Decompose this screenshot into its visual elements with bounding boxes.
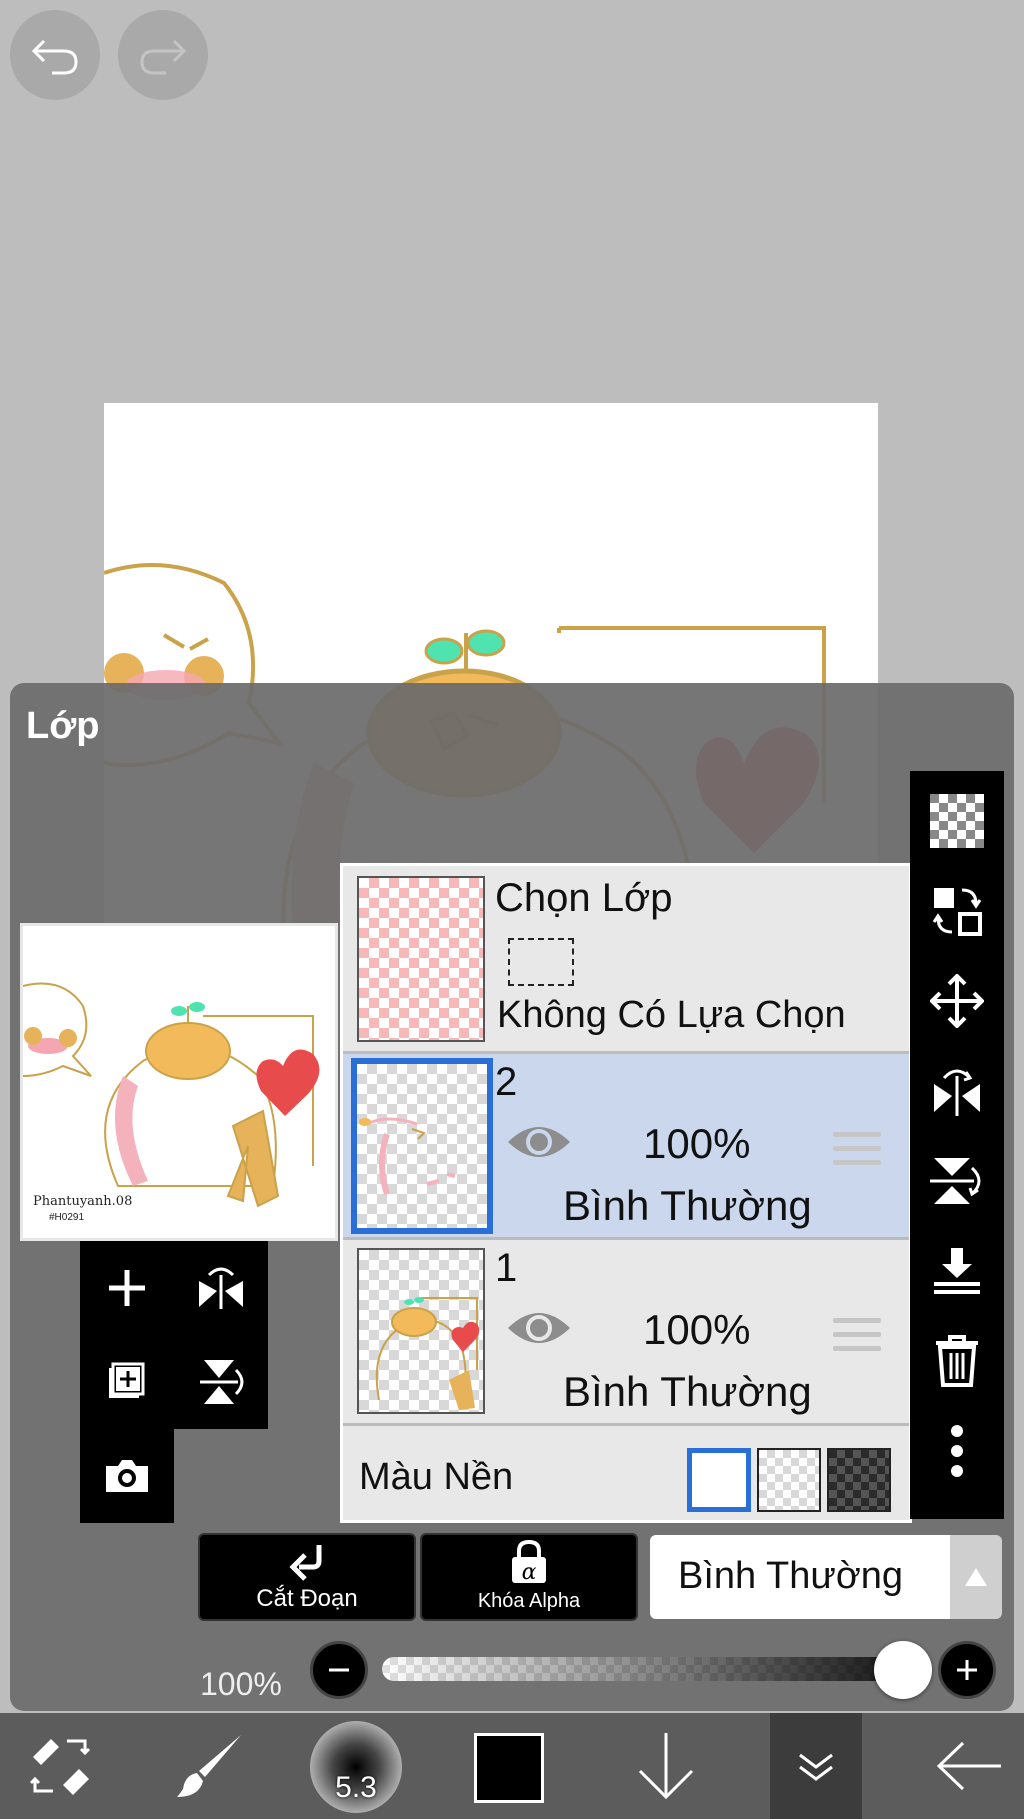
transparency-button[interactable] [910,777,1004,865]
clipping-label: Cắt Đoạn [256,1585,358,1612]
copy-layer-button[interactable] [82,1337,172,1427]
clipping-button[interactable]: Cắt Đoạn [198,1533,416,1621]
trash-icon [936,1335,978,1387]
flip-vertical-icon [200,1360,244,1404]
layer-row[interactable]: 1 100% Bình Thường [343,1240,909,1426]
selection-layer-row[interactable]: Chọn Lớp Không Có Lựa Chọn [343,866,909,1054]
delete-layer-button[interactable] [910,1317,1004,1405]
opacity-slider-knob[interactable] [874,1641,932,1699]
undo-button[interactable] [10,10,100,100]
alpha-lock-icon: α [512,1539,546,1585]
background-white-swatch[interactable] [687,1448,751,1512]
eye-icon [508,1127,570,1157]
brush-size-button[interactable]: 5.3 [310,1721,402,1813]
color-picker-swatch[interactable] [474,1733,544,1803]
arrow-down-icon [638,1733,694,1800]
redo-button[interactable] [118,10,208,100]
download-button[interactable] [616,1713,716,1819]
move-button[interactable] [910,957,1004,1045]
background-transparent-swatch[interactable] [757,1448,821,1512]
eye-icon [508,1313,570,1343]
add-layer-button[interactable] [82,1243,172,1333]
blend-mode-select[interactable]: Bình Thường [650,1535,950,1619]
preview-signature: Phantuyanh.08 [33,1194,133,1209]
minus-icon [329,1668,349,1672]
merge-down-button[interactable] [910,1227,1004,1315]
layer-blend-mode: Bình Thường [563,1368,812,1415]
back-button[interactable] [920,1713,1020,1819]
flip-horizontal-left-button[interactable] [176,1243,266,1333]
layer-row[interactable]: 2 100% Bình Thường [343,1054,909,1240]
alpha-lock-button[interactable]: α Khóa Alpha [420,1533,638,1621]
preview-signature-sub: #H0291 [49,1212,85,1223]
add-copy-icon [109,1362,145,1398]
background-dark-swatch[interactable] [827,1448,891,1512]
selection-marquee-icon [508,938,574,986]
background-color-label: Màu Nền [359,1456,514,1498]
svg-text:α: α [522,1560,537,1585]
selection-status: Không Có Lựa Chọn [497,994,846,1036]
flip-horizontal-icon [199,1267,243,1309]
drag-handle-icon[interactable] [833,1318,881,1360]
layer-thumbnail [351,1058,493,1234]
flip-vertical-icon [930,1158,981,1204]
arrow-left-icon [936,1741,1001,1791]
camera-button[interactable] [82,1431,172,1521]
blend-mode-dropdown-button[interactable] [950,1535,1002,1619]
camera-icon [106,1460,148,1492]
swap-icon [932,888,982,936]
opacity-value-label: 100% [200,1666,282,1702]
swap-layers-button[interactable] [910,867,1004,955]
layers-toggle-button[interactable] [770,1713,862,1819]
layer-list: Chọn Lớp Không Có Lựa Chọn 2 100% Bình T… [340,863,912,1523]
flip-horizontal-button[interactable] [910,1047,1004,1135]
layer-opacity: 100% [643,1120,751,1167]
visibility-toggle[interactable] [506,1306,572,1355]
selection-layer-title: Chọn Lớp [495,876,673,920]
layer-panel: Lớp Phantuyanh.08 #H0291 Chọn Lớp Không … [10,683,1014,1711]
triangle-up-icon [965,1568,987,1586]
plus-icon [109,1270,145,1306]
checkerboard-icon [930,794,984,848]
merge-down-icon [934,1248,980,1294]
layer-2-artwork [359,1117,456,1195]
transform-tool-button[interactable] [10,1713,110,1819]
brush-tool-button[interactable] [160,1713,260,1819]
layer-opacity: 100% [643,1306,751,1353]
layer-thumbnail [357,1248,485,1414]
bottom-toolbar: 5.3 [0,1713,1024,1819]
panel-title: Lớp [26,705,100,747]
opacity-decrease-button[interactable] [310,1641,368,1699]
undo-icon [31,39,78,75]
alpha-lock-label: Khóa Alpha [477,1590,581,1612]
double-chevron-down-icon [799,1753,833,1781]
right-layer-toolbar [910,771,1004,1519]
more-options-button[interactable] [910,1407,1004,1495]
flip-vertical-button[interactable] [910,1137,1004,1225]
layer-1-artwork [375,1297,480,1410]
flip-vertical-left-button[interactable] [176,1337,266,1427]
move-icon [930,974,984,1028]
brush-size-label: 5.3 [335,1771,377,1804]
drag-handle-icon[interactable] [833,1132,881,1174]
layer-name: 2 [495,1060,518,1104]
redo-icon [140,39,187,75]
visibility-toggle[interactable] [506,1120,572,1169]
plus-icon [957,1660,977,1680]
opacity-slider-track[interactable] [382,1657,922,1681]
canvas-preview: Phantuyanh.08 #H0291 [20,923,338,1241]
more-vertical-icon [951,1425,963,1477]
layer-name: 1 [495,1246,518,1290]
brush-icon [177,1735,241,1797]
opacity-increase-button[interactable] [938,1641,996,1699]
transform-eraser-icon [29,1739,91,1795]
layer-blend-mode: Bình Thường [563,1182,812,1229]
flip-horizontal-icon [934,1069,980,1116]
selection-layer-thumbnail [357,876,485,1042]
clip-arrow-icon [289,1545,322,1581]
preview-artwork [23,982,320,1208]
background-color-row: Màu Nền [343,1430,909,1520]
